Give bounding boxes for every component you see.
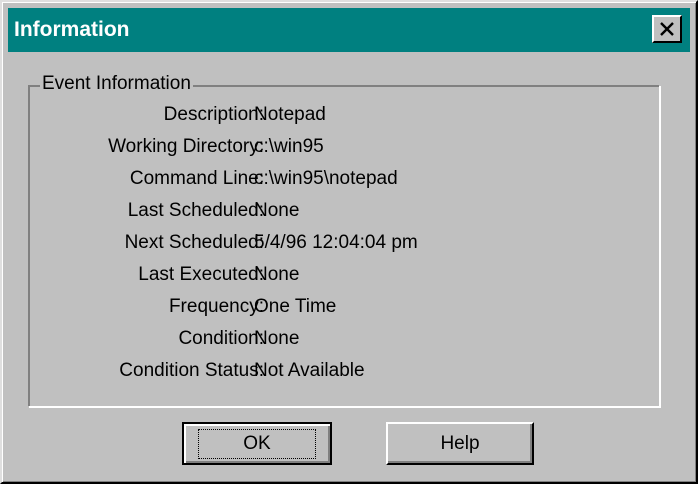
field-value: c:\win95\notepad — [254, 168, 398, 189]
field-row-condition-status: Condition Status: Not Available — [28, 358, 660, 384]
field-label: Condition Status: — [119, 360, 264, 381]
field-row-condition: Condition: None — [28, 326, 660, 352]
ok-button[interactable]: OK — [182, 422, 332, 465]
field-value: One Time — [254, 296, 337, 317]
field-value: Not Available — [254, 360, 365, 381]
field-value: 5/4/96 12:04:04 pm — [254, 232, 418, 253]
field-value: Notepad — [254, 104, 326, 125]
field-value: c:\win95 — [254, 136, 324, 157]
field-value: None — [254, 328, 300, 349]
field-label: Next Scheduled: — [124, 232, 264, 253]
field-row-next-scheduled: Next Scheduled: 5/4/96 12:04:04 pm — [28, 230, 660, 256]
field-label: Condition: — [178, 328, 264, 349]
field-label: Last Scheduled: — [127, 200, 264, 221]
field-row-last-scheduled: Last Scheduled: None — [28, 198, 660, 224]
information-dialog: Information Event Information Descriptio… — [0, 0, 698, 484]
help-button[interactable]: Help — [386, 422, 534, 465]
group-legend: Event Information — [40, 72, 193, 96]
field-label: Command Line: — [129, 168, 264, 189]
field-row-working-directory: Working Directory: c:\win95 — [28, 134, 660, 160]
field-label: Frequency: — [168, 296, 264, 317]
field-label: Last Executed: — [138, 264, 264, 285]
field-row-description: Description: Notepad — [28, 102, 660, 128]
close-button[interactable] — [652, 15, 682, 43]
field-row-command-line: Command Line: c:\win95\notepad — [28, 166, 660, 192]
field-row-last-executed: Last Executed: None — [28, 262, 660, 288]
title-bar[interactable]: Information — [8, 8, 690, 52]
field-label: Working Directory: — [108, 136, 264, 157]
help-button-label: Help — [440, 432, 480, 454]
close-icon — [660, 22, 674, 36]
field-label: Description: — [163, 104, 264, 125]
field-value: None — [254, 200, 300, 221]
field-value: None — [254, 264, 300, 285]
ok-button-label: OK — [198, 428, 316, 459]
window-title: Information — [14, 18, 130, 41]
field-row-frequency: Frequency: One Time — [28, 294, 660, 320]
